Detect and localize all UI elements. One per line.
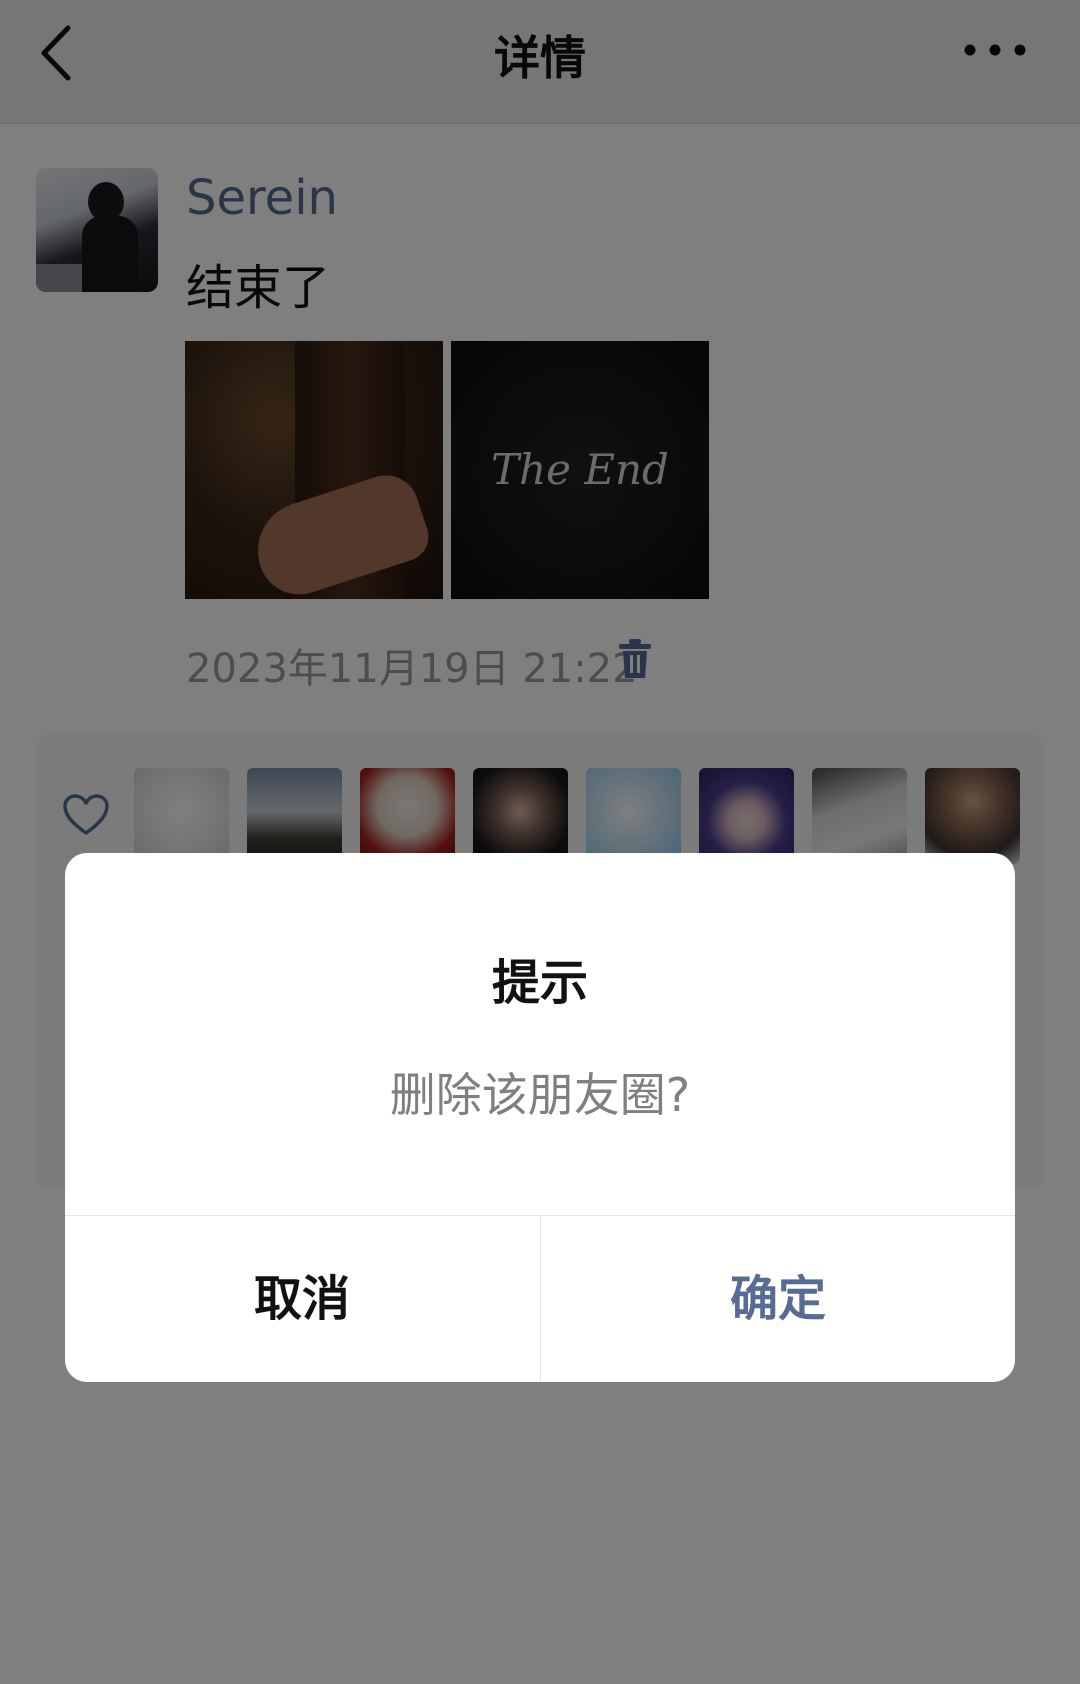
delete-confirm-dialog: 提示 删除该朋友圈? 取消 确定 bbox=[65, 853, 1015, 1382]
dialog-message: 删除该朋友圈? bbox=[389, 1068, 691, 1122]
dialog-title: 提示 bbox=[491, 955, 588, 1011]
modal-overlay[interactable] bbox=[0, 0, 1080, 1684]
confirm-button[interactable]: 确定 bbox=[541, 1216, 1015, 1382]
cancel-button[interactable]: 取消 bbox=[65, 1216, 539, 1382]
